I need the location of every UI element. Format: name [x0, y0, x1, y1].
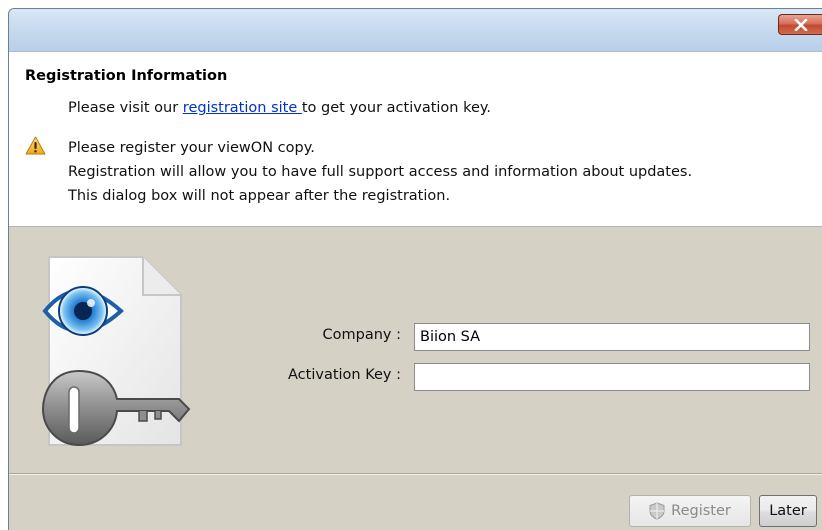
visit-prefix: Please visit our [68, 100, 183, 116]
close-x-icon [794, 18, 808, 31]
visit-line: Please visit our registration site to ge… [68, 100, 491, 116]
activation-key-input[interactable] [414, 363, 810, 391]
warning-triangle-icon [25, 136, 46, 155]
company-input[interactable] [414, 323, 810, 351]
warning-message: Please register your viewON copy. Regist… [68, 136, 692, 208]
title-bar[interactable] [9, 9, 822, 52]
uac-shield-icon [649, 502, 665, 520]
visit-suffix: to get your activation key. [301, 100, 492, 116]
form-panel: Company : Activation Key : [9, 227, 822, 473]
activation-key-row: Activation Key : [9, 363, 822, 391]
warning-line-3: This dialog box will not appear after th… [68, 188, 451, 204]
warning-line-1: Please register your viewON copy. [68, 140, 315, 156]
info-title: Registration Information [25, 68, 228, 84]
close-button[interactable] [778, 14, 822, 35]
button-bar: Register Later [9, 475, 822, 530]
later-button-label: Later [769, 503, 807, 519]
info-panel: Registration Information Please visit ou… [9, 52, 822, 227]
company-row: Company : [9, 323, 822, 351]
register-button-label: Register [671, 503, 731, 519]
warning-line-2: Registration will allow you to have full… [68, 164, 693, 180]
activation-key-label: Activation Key : [288, 367, 401, 383]
register-button[interactable]: Register [629, 495, 751, 527]
registration-dialog: Registration Information Please visit ou… [8, 8, 822, 530]
registration-site-link[interactable]: registration site [183, 100, 302, 116]
later-button[interactable]: Later [759, 495, 817, 527]
company-label: Company : [322, 327, 401, 343]
